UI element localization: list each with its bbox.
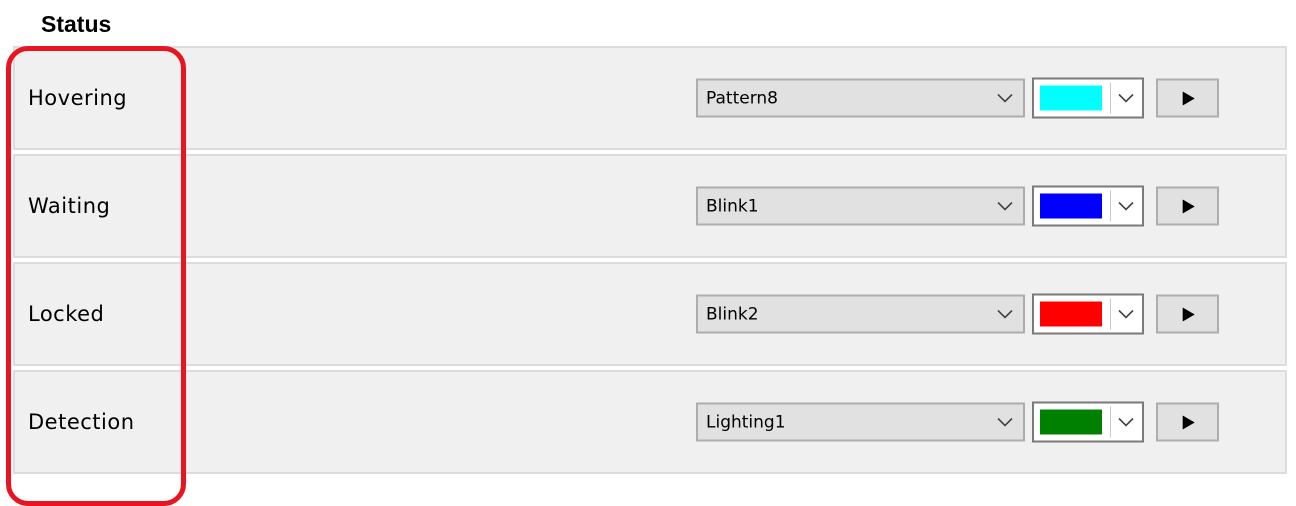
play-icon: [1182, 199, 1195, 213]
chevron-down-icon: [997, 201, 1013, 211]
divider: [1110, 298, 1111, 330]
play-icon: [1182, 91, 1195, 105]
divider: [1110, 406, 1111, 438]
color-swatch: [1040, 409, 1102, 435]
pattern-value: Pattern8: [706, 88, 778, 108]
pattern-value: Lighting1: [706, 412, 786, 432]
pattern-dropdown[interactable]: Blink2: [696, 294, 1025, 334]
color-swatch: [1040, 301, 1102, 327]
color-picker[interactable]: [1032, 293, 1144, 335]
play-button[interactable]: [1156, 402, 1219, 442]
chevron-down-icon: [1118, 93, 1134, 103]
chevron-down-icon: [997, 309, 1013, 319]
chevron-down-icon: [997, 93, 1013, 103]
chevron-down-icon: [1118, 201, 1134, 211]
color-swatch: [1040, 85, 1102, 111]
status-row-waiting: Waiting Blink1: [13, 154, 1287, 258]
chevron-down-icon: [997, 417, 1013, 427]
chevron-down-icon: [1118, 417, 1134, 427]
pattern-dropdown[interactable]: Blink1: [696, 186, 1025, 226]
section-title: Status: [41, 11, 112, 37]
status-row-hovering: Hovering Pattern8: [13, 46, 1287, 150]
pattern-value: Blink2: [706, 304, 759, 324]
color-swatch: [1040, 193, 1102, 219]
status-label: Detection: [28, 410, 135, 434]
status-label: Locked: [28, 302, 105, 326]
play-button[interactable]: [1156, 78, 1219, 118]
color-picker[interactable]: [1032, 401, 1144, 443]
chevron-down-icon: [1118, 309, 1134, 319]
play-button[interactable]: [1156, 186, 1219, 226]
status-row-locked: Locked Blink2: [13, 262, 1287, 366]
play-icon: [1182, 415, 1195, 429]
play-icon: [1182, 307, 1195, 321]
divider: [1110, 190, 1111, 222]
status-label: Hovering: [28, 86, 128, 110]
color-picker[interactable]: [1032, 77, 1144, 119]
pattern-dropdown[interactable]: Lighting1: [696, 402, 1025, 442]
status-row-detection: Detection Lighting1: [13, 370, 1287, 474]
play-button[interactable]: [1156, 294, 1219, 334]
pattern-dropdown[interactable]: Pattern8: [696, 78, 1025, 118]
pattern-value: Blink1: [706, 196, 759, 216]
color-picker[interactable]: [1032, 185, 1144, 227]
divider: [1110, 82, 1111, 114]
status-label: Waiting: [28, 194, 111, 218]
